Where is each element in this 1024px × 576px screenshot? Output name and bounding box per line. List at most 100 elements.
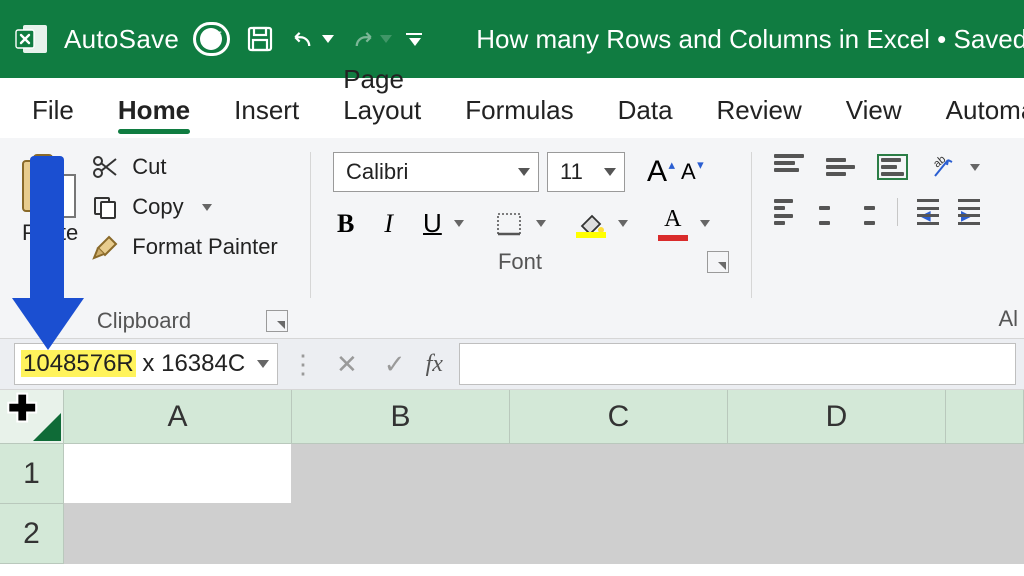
formula-input[interactable] xyxy=(459,343,1016,385)
cell-C1[interactable] xyxy=(510,444,728,504)
bold-button[interactable]: B xyxy=(333,209,358,239)
font-name-value: Calibri xyxy=(346,159,408,185)
redo-caret-icon xyxy=(380,35,392,43)
save-button[interactable] xyxy=(244,17,276,61)
underline-caret-icon xyxy=(454,220,464,227)
document-title: How many Rows and Columns in Excel • Sav… xyxy=(476,24,1024,55)
col-header-D[interactable]: D xyxy=(728,390,946,444)
tab-page-layout[interactable]: Page Layout xyxy=(341,64,423,138)
ribbon: Paste Cut Copy xyxy=(0,138,1024,338)
qat-customize-button[interactable] xyxy=(406,17,422,61)
align-left-button[interactable] xyxy=(774,199,793,225)
group-font: Calibri 11 A▴ A▾ B I xyxy=(311,146,751,338)
increase-indent-button[interactable]: ▶ xyxy=(961,199,980,225)
cut-button[interactable]: Cut xyxy=(90,154,278,180)
grow-font-button[interactable]: A▴ xyxy=(643,155,671,189)
grid-row-2: 2 xyxy=(0,504,1024,564)
undo-button[interactable] xyxy=(290,17,334,61)
fill-color-button[interactable] xyxy=(572,210,632,238)
borders-caret-icon xyxy=(536,220,546,227)
namebox-caret-icon xyxy=(257,360,269,368)
cell-E2[interactable] xyxy=(946,504,1024,564)
cancel-edit-button[interactable]: ✕ xyxy=(328,349,366,380)
tab-data[interactable]: Data xyxy=(616,95,675,138)
fill-caret-icon xyxy=(618,220,628,227)
row-header-2[interactable]: 2 xyxy=(0,504,64,564)
tab-review[interactable]: Review xyxy=(715,95,804,138)
autosave-toggle[interactable]: Off xyxy=(193,22,230,56)
worksheet-grid: ✚ A B C D 1 2 xyxy=(0,390,1024,564)
copy-caret-icon xyxy=(202,204,212,211)
cell-A2[interactable] xyxy=(64,504,292,564)
align-middle-button[interactable] xyxy=(826,154,856,180)
fx-separator-icon: ⋮ xyxy=(288,349,318,380)
align-center-button[interactable] xyxy=(815,199,834,225)
name-box-rows-highlight: 1048576R xyxy=(21,350,136,377)
cell-E1[interactable] xyxy=(946,444,1024,504)
col-header-A[interactable]: A xyxy=(64,390,292,444)
font-size-value: 11 xyxy=(560,159,583,185)
tab-view[interactable]: View xyxy=(844,95,904,138)
column-headers: ✚ A B C D xyxy=(0,390,1024,444)
orientation-caret-icon xyxy=(970,164,980,171)
copy-icon xyxy=(90,194,120,220)
copy-label: Copy xyxy=(132,194,183,220)
row-header-1[interactable]: 1 xyxy=(0,444,64,504)
font-size-combo[interactable]: 11 xyxy=(547,152,625,192)
align-right-button[interactable] xyxy=(856,199,875,225)
align-top-button[interactable] xyxy=(774,154,804,180)
font-dialog-launcher[interactable] xyxy=(707,251,729,273)
font-name-combo[interactable]: Calibri xyxy=(333,152,539,192)
orientation-button[interactable]: ab xyxy=(930,154,980,180)
dropdown-caret-icon xyxy=(604,168,616,176)
align-bottom-button[interactable] xyxy=(877,154,908,180)
shrink-font-button[interactable]: A▾ xyxy=(677,159,700,185)
tab-automate[interactable]: Automate xyxy=(944,95,1024,138)
cell-D2[interactable] xyxy=(728,504,946,564)
dropdown-caret-icon xyxy=(518,168,530,176)
tab-formulas[interactable]: Formulas xyxy=(463,95,575,138)
italic-button[interactable]: I xyxy=(380,209,397,239)
borders-button[interactable] xyxy=(490,211,550,237)
font-group-label: Font xyxy=(333,249,707,275)
decrease-indent-button[interactable]: ◀ xyxy=(920,199,939,225)
cell-D1[interactable] xyxy=(728,444,946,504)
borders-icon xyxy=(494,211,524,237)
scissors-icon xyxy=(90,154,120,180)
toggle-knob xyxy=(200,28,222,50)
col-header-E[interactable] xyxy=(946,390,1024,444)
excel-icon xyxy=(14,20,50,58)
underline-button[interactable]: U xyxy=(419,208,468,239)
bucket-icon xyxy=(578,210,604,230)
insert-function-button[interactable]: fx xyxy=(424,351,449,378)
paintbrush-icon xyxy=(90,234,120,260)
clipboard-dialog-launcher[interactable] xyxy=(266,310,288,332)
title-bar: AutoSave Off How many Rows and Columns i… xyxy=(0,0,1024,78)
group-alignment: ab ◀ ▶ xyxy=(752,146,1002,338)
cell-A1[interactable] xyxy=(64,444,292,504)
font-color-button[interactable]: A xyxy=(654,206,714,241)
autosave-label: AutoSave xyxy=(64,24,179,55)
fontcolor-caret-icon xyxy=(700,220,710,227)
tab-insert[interactable]: Insert xyxy=(232,95,301,138)
svg-text:ab: ab xyxy=(931,154,948,170)
cell-C2[interactable] xyxy=(510,504,728,564)
alignment-group-label-partial: Al xyxy=(998,306,1018,332)
cell-B1[interactable] xyxy=(292,444,510,504)
cell-B2[interactable] xyxy=(292,504,510,564)
confirm-edit-button[interactable]: ✓ xyxy=(376,349,414,380)
name-box-value: 1048576R x 16384C xyxy=(21,350,245,378)
redo-button[interactable] xyxy=(348,17,392,61)
fill-color-swatch xyxy=(576,232,606,238)
font-color-glyph: A xyxy=(664,206,681,233)
col-header-C[interactable]: C xyxy=(510,390,728,444)
select-all-corner[interactable]: ✚ xyxy=(0,390,64,444)
name-box-cols: x 16384C xyxy=(136,350,245,377)
format-painter-button[interactable]: Format Painter xyxy=(90,234,278,260)
cut-label: Cut xyxy=(132,154,166,180)
formula-bar-row: 1048576R x 16384C ⋮ ✕ ✓ fx xyxy=(0,338,1024,390)
tab-home[interactable]: Home xyxy=(116,95,192,138)
tab-file[interactable]: File xyxy=(30,95,76,138)
col-header-B[interactable]: B xyxy=(292,390,510,444)
copy-button[interactable]: Copy xyxy=(90,194,278,220)
